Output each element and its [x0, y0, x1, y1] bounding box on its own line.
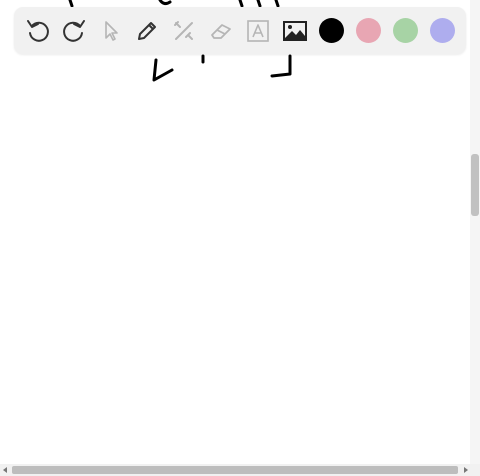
select-arrow-icon — [105, 21, 118, 41]
redo-button[interactable] — [61, 18, 87, 44]
color-purple-swatch[interactable] — [430, 18, 455, 43]
handwriting-strokes — [68, 0, 292, 82]
eraser-button[interactable] — [208, 18, 234, 44]
image-button[interactable] — [282, 18, 308, 44]
whiteboard-app — [0, 0, 480, 476]
pen-button[interactable] — [134, 18, 160, 44]
scroll-right-arrow-icon[interactable] — [464, 467, 468, 473]
color-green-swatch[interactable] — [393, 18, 418, 43]
vertical-scrollbar[interactable] — [470, 0, 480, 464]
text-button[interactable] — [245, 18, 271, 44]
horizontal-scroll-thumb[interactable] — [12, 466, 458, 474]
undo-icon — [27, 20, 49, 42]
stroke-bracket-right — [270, 54, 292, 78]
color-black-swatch[interactable] — [319, 18, 344, 43]
stroke-top-3 — [238, 0, 280, 8]
vertical-scroll-thumb[interactable] — [471, 154, 479, 216]
stroke-top-2 — [158, 0, 172, 6]
drawing-canvas[interactable] — [0, 0, 470, 464]
redo-icon — [63, 20, 85, 42]
eraser-icon — [211, 24, 231, 39]
stroke-bracket-left — [152, 58, 174, 82]
undo-button[interactable] — [25, 18, 51, 44]
color-pink-swatch[interactable] — [356, 18, 381, 43]
scroll-left-arrow-icon[interactable] — [3, 467, 7, 473]
select-button[interactable] — [98, 18, 124, 44]
pen-icon — [138, 22, 156, 40]
text-icon — [247, 20, 269, 42]
horizontal-scrollbar[interactable] — [0, 464, 480, 476]
tools-icon — [174, 21, 193, 40]
toolbar — [14, 7, 466, 54]
stroke-top-1 — [68, 0, 74, 8]
tools-button[interactable] — [171, 18, 197, 44]
image-icon — [283, 21, 307, 41]
